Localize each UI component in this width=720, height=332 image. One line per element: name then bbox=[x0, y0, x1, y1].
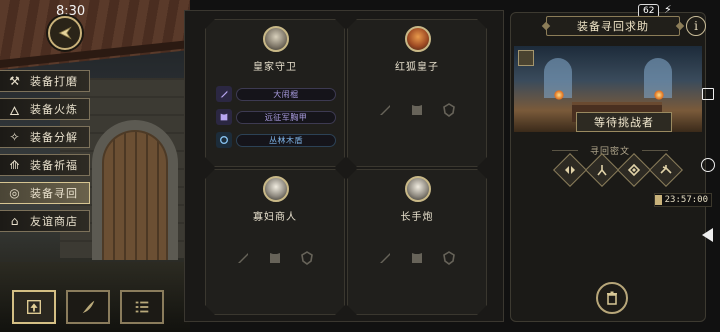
menu-item-decompose[interactable]: ✧ 装备分解 bbox=[0, 126, 90, 148]
rune-fork-icon bbox=[597, 165, 607, 176]
menu-item-recall[interactable]: ◎ 装备寻回 bbox=[0, 182, 90, 204]
bottom-tabs bbox=[12, 290, 164, 324]
rune-slot[interactable] bbox=[649, 153, 683, 187]
back-nav-button[interactable] bbox=[702, 228, 713, 242]
trash-button[interactable] bbox=[596, 282, 628, 314]
weapon-slot-icon[interactable] bbox=[234, 248, 252, 268]
feather-icon bbox=[82, 300, 95, 314]
flame-icon: 🜂 bbox=[9, 103, 21, 118]
hero-name: 寡妇商人 bbox=[253, 212, 297, 223]
system-nav-bar bbox=[696, 80, 720, 260]
empty-gear-slots bbox=[206, 248, 344, 268]
recall-icon: ◎ bbox=[9, 186, 21, 200]
shield-slot-icon[interactable] bbox=[440, 248, 458, 268]
menu-item-label: 友谊商店 bbox=[30, 215, 78, 228]
club-icon bbox=[216, 86, 232, 102]
rune-branch-icon bbox=[660, 165, 672, 174]
equip-name: 丛林木盾 bbox=[236, 134, 336, 147]
rune-split-icon bbox=[565, 166, 575, 174]
wooden-door bbox=[104, 132, 166, 260]
tab-list[interactable] bbox=[120, 290, 164, 324]
hero-panel: 皇家守卫 大闹棍 远征军胸甲 丛林木盾 红狐皇子 寡妇商人 长手炮 bbox=[184, 10, 504, 322]
stage-tag-icon bbox=[518, 50, 534, 66]
fox-portrait bbox=[405, 26, 431, 52]
split-icon: ✧ bbox=[9, 130, 21, 144]
menu-item-polish[interactable]: ⚒ 装备打磨 bbox=[0, 70, 90, 92]
equip-name: 远征军胸甲 bbox=[236, 111, 336, 124]
home-button[interactable] bbox=[701, 158, 715, 172]
armor-slot-icon[interactable] bbox=[408, 100, 426, 120]
hero-name: 皇家守卫 bbox=[253, 62, 297, 73]
hero-card-royal-guard[interactable]: 皇家守卫 大闹棍 远征军胸甲 丛林木盾 bbox=[205, 19, 345, 167]
widow-portrait bbox=[263, 176, 289, 202]
hammer-icon: ⚒ bbox=[9, 74, 21, 88]
empty-gear-slots bbox=[348, 248, 486, 268]
equip-row[interactable]: 丛林木盾 bbox=[216, 132, 336, 148]
shield-icon bbox=[216, 132, 232, 148]
hero-card-fox-prince[interactable]: 红狐皇子 bbox=[347, 19, 487, 167]
hero-name: 红狐皇子 bbox=[395, 62, 439, 73]
menu-item-blessing[interactable]: ⟰ 装备祈福 bbox=[0, 154, 90, 176]
torch bbox=[654, 90, 664, 100]
up-arrow-icon bbox=[27, 300, 41, 314]
rune-diamond-icon bbox=[627, 163, 641, 177]
armor-slot-icon[interactable] bbox=[266, 248, 284, 268]
tab-quill[interactable] bbox=[66, 290, 110, 324]
weapon-slot-icon[interactable] bbox=[376, 248, 394, 268]
back-button[interactable] bbox=[48, 16, 82, 50]
charging-icon: ⚡ bbox=[664, 3, 672, 16]
prayer-icon: ⟰ bbox=[9, 158, 21, 172]
chestplate-icon bbox=[216, 109, 232, 125]
equip-row[interactable]: 大闹棍 bbox=[216, 86, 336, 102]
rune-slot[interactable] bbox=[553, 153, 587, 187]
hero-card-hand-cannon[interactable]: 长手炮 bbox=[347, 169, 487, 315]
rune-slot[interactable] bbox=[585, 153, 619, 187]
menu-item-label: 装备分解 bbox=[30, 131, 78, 144]
shield-slot-icon[interactable] bbox=[298, 248, 316, 268]
rune-slots bbox=[553, 153, 683, 187]
list-icon bbox=[135, 301, 149, 313]
torch bbox=[554, 90, 564, 100]
tab-upgrade[interactable] bbox=[12, 290, 56, 324]
weapon-slot-icon[interactable] bbox=[376, 100, 394, 120]
shop-icon: ⌂ bbox=[10, 214, 20, 228]
empty-gear-slots bbox=[348, 100, 486, 120]
panel-title: 装备寻回求助 bbox=[546, 16, 680, 36]
hourglass-icon bbox=[655, 195, 662, 205]
cannon-portrait bbox=[405, 176, 431, 202]
recents-button[interactable] bbox=[702, 88, 714, 100]
menu-item-label: 装备祈福 bbox=[30, 159, 78, 172]
menu-item-label: 装备打磨 bbox=[30, 75, 78, 88]
equip-row[interactable]: 远征军胸甲 bbox=[216, 109, 336, 125]
hero-card-widow-merchant[interactable]: 寡妇商人 bbox=[205, 169, 345, 315]
knight-portrait bbox=[263, 26, 289, 52]
menu-item-fire[interactable]: 🜂 装备火炼 bbox=[0, 98, 90, 120]
trash-icon bbox=[607, 291, 617, 305]
menu-item-label: 装备寻回 bbox=[30, 187, 78, 200]
shield-slot-icon[interactable] bbox=[440, 100, 458, 120]
back-arrow-icon bbox=[58, 26, 72, 40]
challenger-status: 等待挑战者 bbox=[576, 112, 672, 132]
menu-item-shop[interactable]: ⌂ 友谊商店 bbox=[0, 210, 90, 232]
menu-item-label: 装备火炼 bbox=[30, 103, 78, 116]
forge-menu: ⚒ 装备打磨 🜂 装备火炼 ✧ 装备分解 ⟰ 装备祈福 ◎ 装备寻回 ⌂ 友谊商… bbox=[0, 70, 92, 238]
rune-slot[interactable] bbox=[617, 153, 651, 187]
info-button[interactable]: i bbox=[686, 16, 706, 36]
armor-slot-icon[interactable] bbox=[408, 248, 426, 268]
hero-name: 长手炮 bbox=[400, 212, 434, 223]
equip-name: 大闹棍 bbox=[236, 88, 336, 101]
